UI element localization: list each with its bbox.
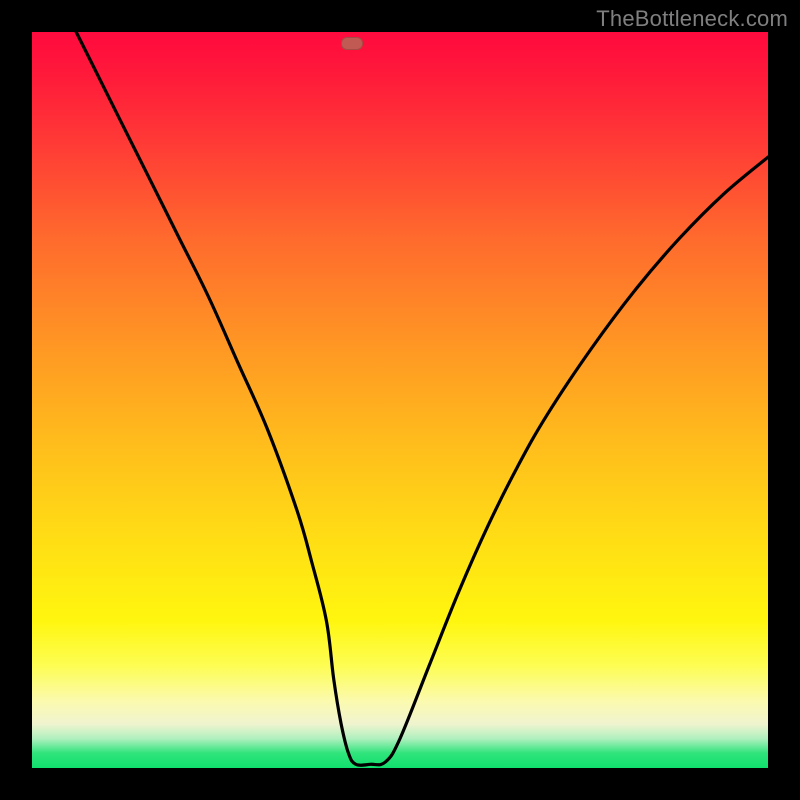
watermark-text: TheBottleneck.com [596,6,788,32]
optimal-marker [341,37,363,50]
chart-frame: TheBottleneck.com [0,0,800,800]
plot-area [32,32,768,768]
bottleneck-curve [32,32,768,768]
